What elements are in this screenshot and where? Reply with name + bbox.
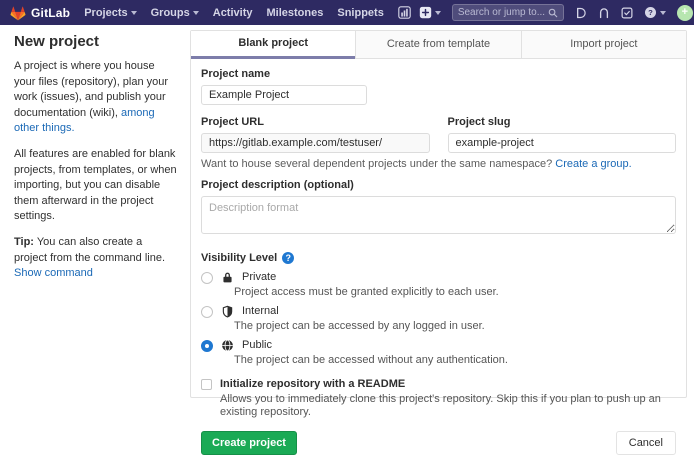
shield-icon	[221, 305, 234, 318]
features-paragraph: All features are enabled for blank proje…	[14, 147, 178, 225]
help-menu-button[interactable]: ?	[644, 6, 666, 19]
tab-blank-project[interactable]: Blank project	[191, 31, 355, 59]
nav-groups[interactable]: Groups	[151, 7, 199, 19]
project-slug-label: Project slug	[448, 116, 677, 128]
readme-group: Initialize repository with a README Allo…	[201, 378, 676, 419]
search-input[interactable]	[458, 7, 548, 18]
visibility-option-public: Public The project can be accessed witho…	[201, 339, 676, 367]
tab-import-project[interactable]: Import project	[521, 31, 686, 59]
project-url-input[interactable]	[201, 133, 430, 153]
visibility-level-label: Visibility Level	[201, 252, 277, 264]
public-radio[interactable]	[201, 340, 213, 352]
search-icon	[548, 8, 558, 18]
readme-checkbox[interactable]	[201, 379, 212, 390]
create-project-button[interactable]: Create project	[201, 431, 297, 455]
readme-label[interactable]: Initialize repository with a README	[220, 378, 405, 391]
private-option-desc: Project access must be granted explicitl…	[234, 286, 676, 299]
chevron-down-icon	[193, 11, 199, 15]
visibility-help-icon[interactable]: ?	[282, 252, 294, 264]
project-name-input[interactable]	[201, 85, 367, 105]
merge-request-icon[interactable]	[598, 7, 610, 19]
internal-option-label[interactable]: Internal	[242, 305, 279, 318]
new-menu-button[interactable]	[419, 6, 441, 19]
cancel-button[interactable]: Cancel	[616, 431, 676, 455]
internal-option-desc: The project can be accessed by any logge…	[234, 320, 676, 333]
blank-project-form: Project name Project URL Project slug Wa…	[191, 59, 686, 465]
logo-label: GitLab	[31, 6, 70, 20]
internal-radio[interactable]	[201, 306, 213, 318]
chevron-down-icon	[435, 11, 441, 15]
tanuki-icon	[10, 5, 26, 21]
readme-desc: Allows you to immediately clone this pro…	[220, 393, 676, 419]
new-project-panel: Blank project Create from template Impor…	[190, 30, 687, 398]
intro-paragraph: A project is where you house your files …	[14, 59, 178, 137]
top-navbar: GitLab Projects Groups Activity Mileston…	[0, 0, 694, 25]
show-command-link[interactable]: Show command	[14, 267, 93, 279]
project-description-textarea[interactable]	[201, 196, 676, 234]
globe-icon	[221, 339, 234, 352]
project-description-label: Project description (optional)	[201, 179, 676, 191]
chevron-down-icon	[660, 11, 666, 15]
global-search[interactable]	[452, 4, 564, 21]
public-option-label[interactable]: Public	[242, 339, 272, 352]
public-option-desc: The project can be accessed without any …	[234, 354, 676, 367]
visibility-option-internal: Internal The project can be accessed by …	[201, 305, 676, 333]
page-title: New project	[14, 33, 178, 50]
private-option-label[interactable]: Private	[242, 271, 276, 284]
nav-milestones[interactable]: Milestones	[267, 7, 324, 19]
visibility-option-private: Private Project access must be granted e…	[201, 271, 676, 299]
project-url-label: Project URL	[201, 116, 430, 128]
private-radio[interactable]	[201, 272, 213, 284]
gitlab-logo[interactable]: GitLab	[10, 5, 70, 21]
chevron-down-icon	[131, 11, 137, 15]
namespace-hint: Want to house several dependent projects…	[201, 158, 676, 170]
svg-text:?: ?	[648, 8, 653, 17]
help-icon: ?	[644, 6, 657, 19]
issues-icon[interactable]	[575, 7, 587, 19]
tab-create-from-template[interactable]: Create from template	[355, 31, 520, 59]
user-menu-button[interactable]: +	[677, 5, 694, 21]
create-a-group-link[interactable]: Create a group.	[555, 158, 631, 170]
project-slug-input[interactable]	[448, 133, 677, 153]
nav-projects[interactable]: Projects	[84, 7, 136, 19]
todos-icon[interactable]	[621, 7, 633, 19]
project-type-tabs: Blank project Create from template Impor…	[191, 31, 686, 59]
avatar: +	[677, 5, 693, 21]
project-name-label: Project name	[201, 68, 676, 80]
nav-snippets[interactable]: Snippets	[337, 7, 383, 19]
chart-icon[interactable]	[398, 6, 411, 19]
new-project-sidebar: New project A project is where you house…	[14, 33, 178, 292]
plus-square-icon	[419, 6, 432, 19]
lock-icon	[221, 271, 234, 284]
tip-paragraph: Tip: You can also create a project from …	[14, 235, 178, 282]
nav-activity[interactable]: Activity	[213, 7, 253, 19]
